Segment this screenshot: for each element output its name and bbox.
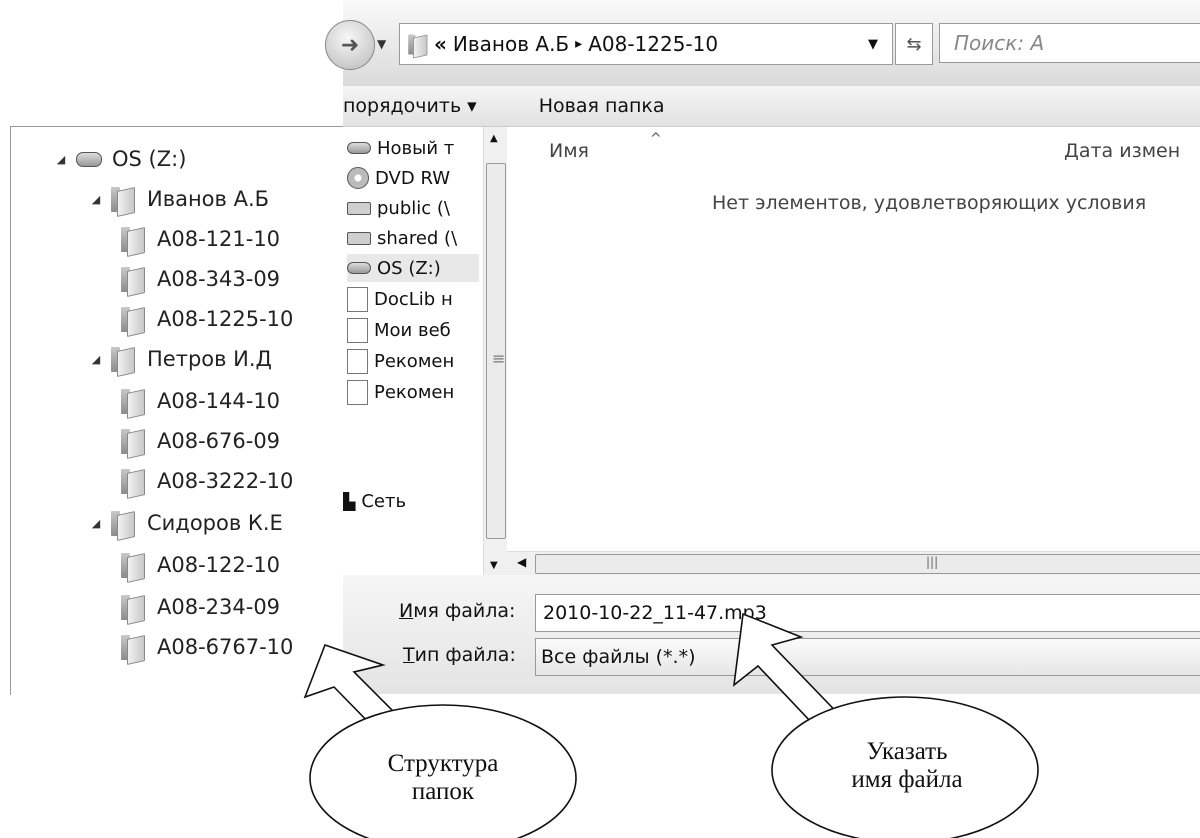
callout-left-line1: Структура [387, 750, 499, 777]
callout-right-line2: имя файла [851, 766, 963, 793]
callout-right-line1: Указать [866, 738, 948, 765]
callout-text-left: Структура папок [353, 750, 533, 806]
callout-text-right: Указать имя файла [812, 738, 1002, 794]
callout-left-line2: папок [411, 778, 475, 805]
callout-overlay [303, 612, 1039, 838]
